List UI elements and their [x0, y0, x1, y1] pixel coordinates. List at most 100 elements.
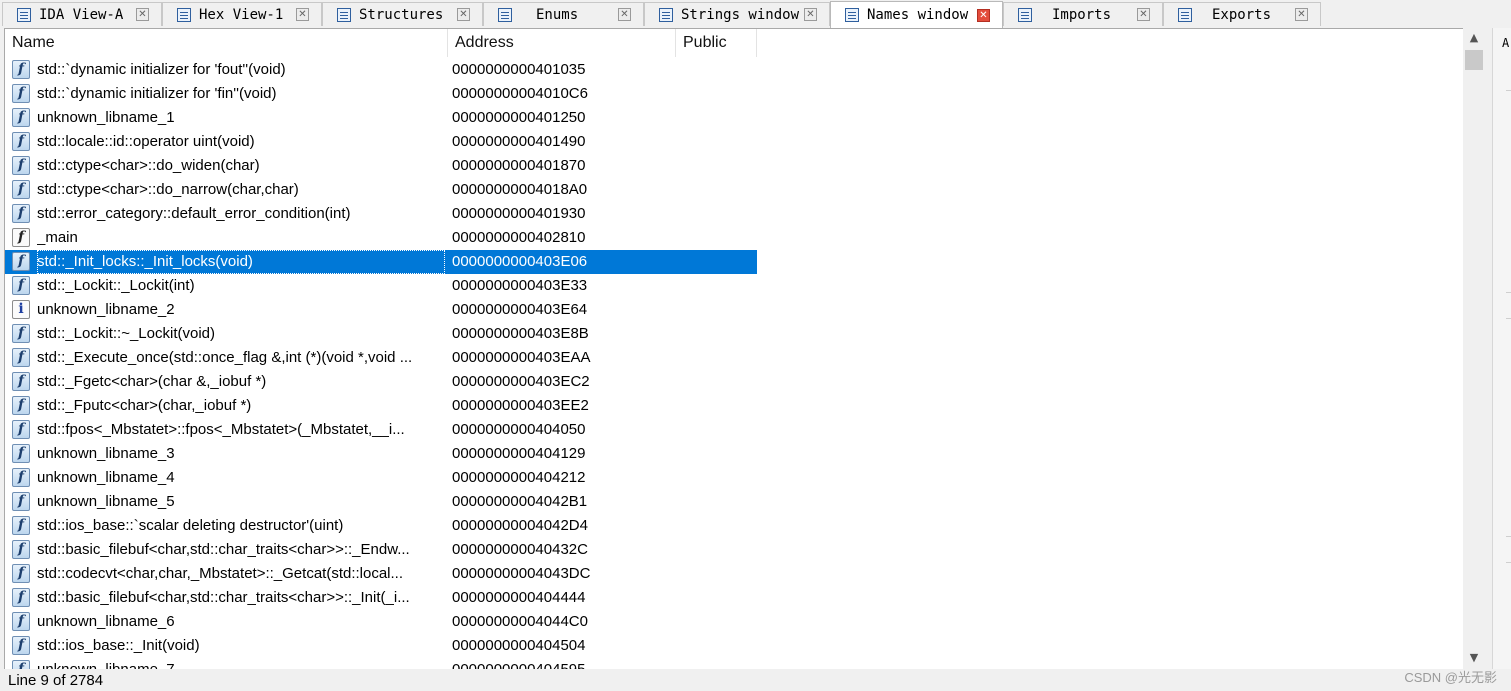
row-name: unknown_libname_4: [37, 469, 175, 486]
row-name: std::`dynamic initializer for 'fout''(vo…: [37, 61, 286, 78]
exports-icon: [1178, 7, 1192, 22]
tab-enums[interactable]: Enums ✕: [483, 2, 644, 26]
function-icon: f: [12, 372, 30, 391]
table-row[interactable]: f std::ctype<char>::do_narrow(char,char) 0…: [5, 178, 757, 202]
column-name[interactable]: Name: [5, 29, 448, 57]
divider: [1506, 536, 1511, 537]
divider: [1506, 292, 1511, 293]
row-name: std::_Lockit::_Lockit(int): [37, 277, 195, 294]
close-icon[interactable]: ✕: [618, 8, 631, 21]
row-address: 0000000000404444: [452, 589, 586, 606]
tab-hex-view-1[interactable]: Hex View-1 ✕: [162, 2, 322, 26]
row-name: std::_Fputc<char>(char,_iobuf *): [37, 397, 252, 414]
row-name: unknown_libname_6: [37, 613, 175, 630]
vertical-scrollbar[interactable]: ▲ ▼: [1463, 28, 1485, 669]
tab-names-window[interactable]: Names window ✕: [830, 1, 1003, 28]
tab-ida-view-a[interactable]: IDA View-A ✕: [2, 2, 162, 26]
row-address: 00000000004010C6: [452, 85, 588, 102]
close-icon[interactable]: ✕: [296, 8, 309, 21]
table-row[interactable]: f std::error_category::default_error_cond…: [5, 202, 757, 226]
strings-icon: [659, 7, 673, 22]
table-row[interactable]: f std::_Init_locks::_Init_locks(void) 0000…: [5, 250, 757, 274]
tab-label: Strings window: [681, 6, 800, 23]
row-name: std::error_category::default_error_condi…: [37, 205, 351, 222]
tab-label: Structures: [359, 6, 444, 23]
side-panel: A: [1492, 28, 1511, 669]
close-icon[interactable]: ✕: [1295, 8, 1308, 21]
row-name: std::ctype<char>::do_widen(char): [37, 157, 260, 174]
function-icon: f: [12, 444, 30, 463]
tab-label: Exports: [1212, 6, 1272, 23]
close-icon[interactable]: ✕: [977, 8, 990, 22]
row-address: 0000000000403EAA: [452, 349, 591, 366]
tab-imports[interactable]: Imports ✕: [1003, 2, 1163, 26]
imports-icon: [1018, 7, 1032, 22]
row-address: 0000000000403E33: [452, 277, 588, 294]
table-row[interactable]: f std::_Fgetc<char>(char &,_iobuf *) 00000…: [5, 370, 757, 394]
row-address: 0000000000402810: [452, 229, 586, 246]
table-row[interactable]: i unknown_libname_2 0000000000403E64: [5, 298, 757, 322]
table-row[interactable]: f unknown_libname_5 00000000004042B1: [5, 490, 757, 514]
table-row[interactable]: f std::_Lockit::~_Lockit(void) 00000000004…: [5, 322, 757, 346]
row-address: 00000000004018A0: [452, 181, 588, 198]
row-address: 0000000000403EC2: [452, 373, 590, 390]
status-bar: Line 9 of 2784: [0, 669, 1511, 691]
tab-label: Enums: [536, 6, 579, 23]
table-row[interactable]: f std::locale::id::operator uint(void) 000…: [5, 130, 757, 154]
divider: [1506, 562, 1511, 563]
function-icon: f: [12, 348, 30, 367]
function-icon: f: [12, 276, 30, 295]
info-icon: i: [12, 300, 30, 319]
table-row[interactable]: f unknown_libname_4 0000000000404212: [5, 466, 757, 490]
table-row[interactable]: f unknown_libname_1 0000000000401250: [5, 106, 757, 130]
function-icon: f: [12, 420, 30, 439]
table-row[interactable]: f std::ios_base::_Init(void) 0000000000404…: [5, 634, 757, 658]
table-row[interactable]: f unknown_libname_6 00000000004044C0: [5, 610, 757, 634]
table-row[interactable]: f std::_Fputc<char>(char,_iobuf *) 0000000…: [5, 394, 757, 418]
row-address: 0000000000404050: [452, 421, 586, 438]
table-row[interactable]: f std::codecvt<char,char,_Mbstatet>::_Get…: [5, 562, 757, 586]
function-icon: f: [12, 492, 30, 511]
row-address: 0000000000401870: [452, 157, 586, 174]
side-panel-letter: A: [1502, 36, 1510, 50]
tab-label: Names window: [867, 7, 969, 23]
tab-exports[interactable]: Exports ✕: [1163, 2, 1321, 26]
table-row[interactable]: f std::_Execute_once(std::once_flag &,int…: [5, 346, 757, 370]
table-row[interactable]: f std::fpos<_Mbstatet>::fpos<_Mbstatet>(_…: [5, 418, 757, 442]
column-header: Name Address Public: [5, 29, 1464, 57]
scroll-thumb[interactable]: [1465, 50, 1483, 70]
table-row[interactable]: f std::ctype<char>::do_widen(char) 0000000…: [5, 154, 757, 178]
row-address: 0000000000404129: [452, 445, 586, 462]
tab-structures[interactable]: Structures ✕: [322, 2, 483, 26]
table-row[interactable]: f std::basic_filebuf<char,std::char_trait…: [5, 538, 757, 562]
row-name: unknown_libname_2: [37, 301, 175, 318]
close-icon[interactable]: ✕: [136, 8, 149, 21]
tab-label: Hex View-1: [199, 6, 284, 23]
table-row[interactable]: f _main 0000000000402810: [5, 226, 757, 250]
close-icon[interactable]: ✕: [457, 8, 470, 21]
row-address: 0000000000401490: [452, 133, 586, 150]
row-name: std::locale::id::operator uint(void): [37, 133, 255, 150]
table-row[interactable]: f unknown_libname_3 0000000000404129: [5, 442, 757, 466]
column-public[interactable]: Public: [676, 29, 757, 57]
tab-strings-window[interactable]: Strings window ✕: [644, 2, 830, 26]
table-row[interactable]: f std::_Lockit::_Lockit(int) 0000000000403…: [5, 274, 757, 298]
close-icon[interactable]: ✕: [804, 8, 817, 21]
scroll-down-icon[interactable]: ▼: [1468, 652, 1480, 664]
function-icon: f: [12, 636, 30, 655]
column-address[interactable]: Address: [448, 29, 676, 57]
status-line-count: Line 9 of 2784: [8, 672, 104, 689]
table-row[interactable]: f std::`dynamic initializer for 'fin''(vo…: [5, 82, 757, 106]
function-icon: f: [12, 396, 30, 415]
function-icon: f: [12, 156, 30, 175]
table-row[interactable]: f std::ios_base::`scalar deleting destruc…: [5, 514, 757, 538]
table-row[interactable]: f std::`dynamic initializer for 'fout''(v…: [5, 58, 757, 82]
row-name: std::basic_filebuf<char,std::char_traits…: [37, 541, 410, 558]
tab-label: IDA View-A: [39, 6, 124, 23]
names-list[interactable]: Name Address Public f std::`dynamic initi…: [4, 28, 1465, 671]
structures-icon: [337, 7, 351, 22]
close-icon[interactable]: ✕: [1137, 8, 1150, 21]
scroll-up-icon[interactable]: ▲: [1468, 32, 1480, 44]
row-name: std::basic_filebuf<char,std::char_traits…: [37, 589, 410, 606]
table-row[interactable]: f std::basic_filebuf<char,std::char_trait…: [5, 586, 757, 610]
